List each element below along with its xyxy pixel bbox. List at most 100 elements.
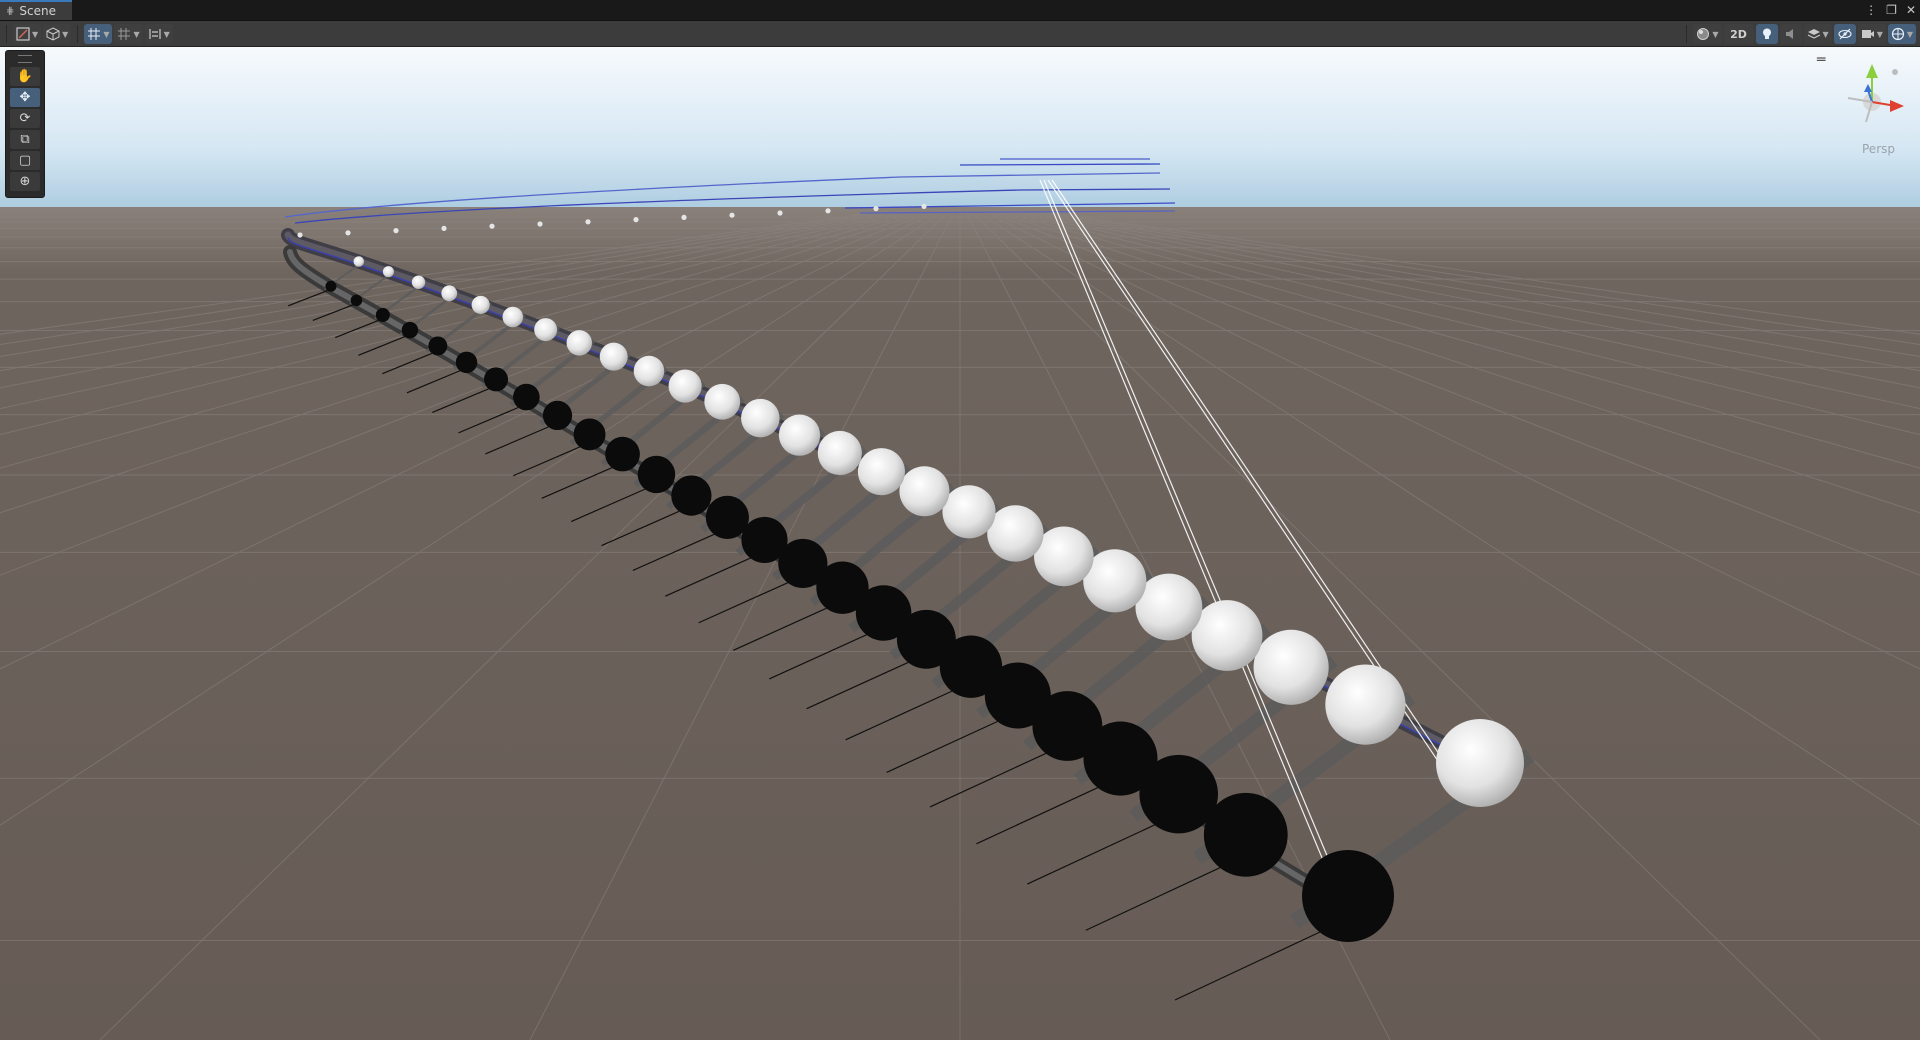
chevron-down-icon: ▼	[32, 29, 39, 39]
scene-lighting-toggle[interactable]	[1755, 24, 1778, 44]
chevron-down-icon: ▼	[103, 29, 110, 39]
black-marker	[325, 280, 337, 292]
lighting-dropdown[interactable]: ▼	[1693, 24, 1722, 44]
hand-icon: ✋	[16, 69, 34, 84]
camera-settings-dropdown[interactable]: ▼	[1857, 24, 1886, 44]
white-marker	[471, 295, 490, 314]
white-marker	[633, 217, 639, 223]
move-tool[interactable]: ✥	[10, 88, 40, 107]
audio-toggle[interactable]	[1779, 24, 1802, 44]
toolbar-separator	[77, 25, 79, 43]
black-marker	[401, 321, 419, 339]
black-marker	[671, 475, 712, 516]
align-icon	[149, 29, 161, 39]
tools-overlay: ✋ ✥ ⟳ ⧉ ▢ ⊕	[5, 50, 45, 198]
white-marker	[873, 206, 879, 212]
black-marker	[605, 436, 640, 472]
white-marker	[411, 275, 426, 289]
draw-mode-button[interactable]: ▼	[13, 24, 42, 44]
hand-tool[interactable]: ✋	[10, 67, 40, 86]
align-button[interactable]: ▼	[144, 24, 173, 44]
white-marker	[534, 318, 558, 342]
audio-icon	[1785, 29, 1793, 39]
white-marker	[1436, 719, 1524, 807]
effects-layers-icon	[1807, 29, 1820, 39]
white-marker	[441, 285, 458, 302]
mode-2d-button[interactable]: 2D	[1723, 24, 1754, 44]
chevron-down-icon: ▼	[1822, 29, 1829, 39]
tools-grip[interactable]	[18, 55, 32, 63]
rect-tool[interactable]: ▢	[10, 151, 40, 170]
scale-tool[interactable]: ⧉	[10, 130, 40, 149]
maximize-icon[interactable]: ❐	[1886, 3, 1897, 17]
white-marker	[502, 306, 524, 328]
grid-snap-button[interactable]: ▼	[84, 24, 113, 44]
white-marker	[817, 430, 862, 476]
rect-icon: ▢	[18, 153, 32, 168]
hidden-visibility-icon	[1838, 28, 1852, 40]
white-marker	[741, 398, 780, 438]
tab-scene[interactable]: ⋕ Scene	[0, 0, 72, 20]
axis-gizmo-icon	[1847, 64, 1904, 123]
tab-strip: ⋕ Scene ⋮ ❐ ✕	[0, 0, 1920, 21]
scene-visibility-toggle[interactable]	[1833, 24, 1856, 44]
white-marker	[633, 355, 665, 387]
snap-increment-icon	[118, 28, 131, 40]
close-icon[interactable]: ✕	[1906, 3, 1916, 17]
white-marker	[777, 210, 783, 216]
chevron-down-icon: ▼	[163, 29, 170, 39]
white-marker	[1253, 629, 1329, 705]
scene-window: ⋕ Scene ⋮ ❐ ✕ ▼ ▼ ▼ ▼ ▼ ▼ 2D ▼ ▼ ▼ ✋ ✥ ⟳…	[0, 0, 1920, 1040]
white-marker	[382, 266, 394, 278]
effects-dropdown[interactable]: ▼	[1803, 24, 1832, 44]
white-marker	[857, 448, 905, 496]
chevron-down-icon: ▼	[1712, 29, 1719, 39]
white-marker	[1191, 600, 1263, 671]
toolbar-grip	[6, 25, 7, 43]
white-marker	[585, 219, 591, 225]
white-marker	[353, 256, 365, 267]
chevron-down-icon: ▼	[1876, 29, 1883, 39]
scale-icon: ⧉	[20, 132, 30, 147]
toolbar-separator	[1686, 25, 1688, 43]
grid-icon: ⋕	[6, 5, 15, 17]
gizmos-icon	[1891, 27, 1904, 41]
increment-snap-button[interactable]: ▼	[114, 24, 143, 44]
render-mode-button[interactable]: ▼	[43, 24, 72, 44]
white-marker	[942, 485, 996, 539]
move-icon: ✥	[19, 90, 31, 105]
white-marker	[825, 208, 831, 214]
black-marker	[741, 516, 788, 564]
orientation-gizmo[interactable]	[1838, 56, 1908, 146]
black-marker	[375, 307, 390, 322]
white-marker	[778, 414, 821, 456]
projection-label[interactable]: Persp	[1862, 142, 1895, 156]
shading-icon	[16, 27, 30, 41]
chevron-down-icon: ▼	[62, 29, 69, 39]
overlay-menu-icon[interactable]: ═	[1817, 53, 1833, 67]
more-icon[interactable]: ⋮	[1865, 3, 1877, 17]
white-marker	[297, 232, 303, 238]
black-marker	[573, 418, 606, 451]
black-marker	[483, 367, 509, 392]
white-marker	[441, 225, 447, 231]
sphere-shading-icon	[1697, 28, 1710, 40]
rotate-tool[interactable]: ⟳	[10, 109, 40, 128]
rotate-icon: ⟳	[19, 111, 31, 126]
white-marker	[345, 230, 351, 236]
transform-tool[interactable]: ⊕	[10, 172, 40, 191]
black-marker	[428, 336, 448, 356]
black-marker	[350, 294, 363, 307]
toolbar-left: ▼ ▼ ▼ ▼ ▼	[4, 23, 173, 45]
white-marker	[537, 221, 543, 227]
white-marker	[921, 203, 927, 209]
lightbulb-icon	[1762, 28, 1771, 39]
toolbar-right: ▼ 2D ▼ ▼ ▼	[1682, 23, 1916, 45]
gizmos-dropdown[interactable]: ▼	[1887, 24, 1916, 44]
scene-render[interactable]	[0, 47, 1920, 1040]
white-marker	[729, 212, 735, 218]
black-marker	[705, 495, 749, 539]
white-marker	[393, 228, 399, 234]
cube-icon	[46, 27, 60, 41]
scene-viewport[interactable]	[0, 47, 1920, 1040]
